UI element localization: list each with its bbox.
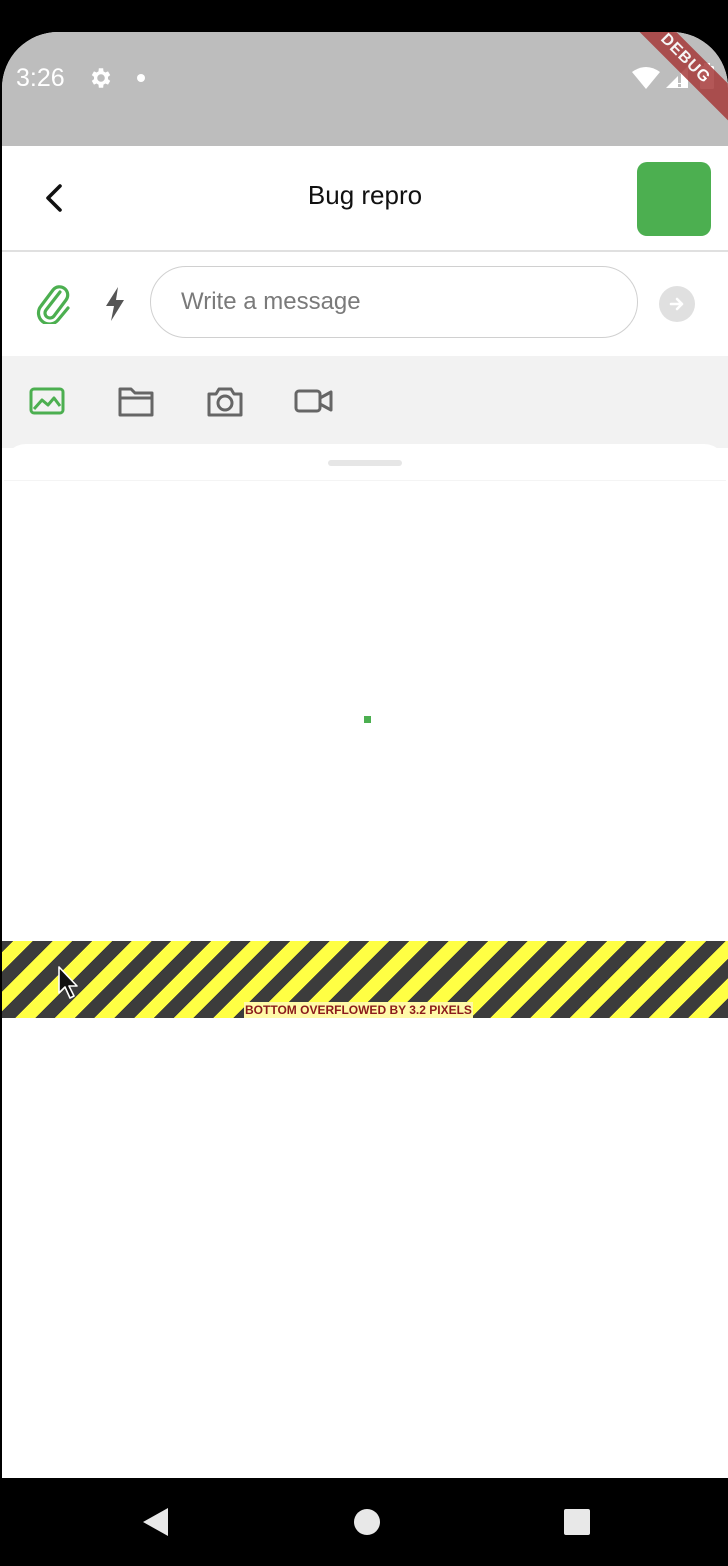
camera-icon[interactable] xyxy=(205,384,245,418)
drag-handle[interactable] xyxy=(328,460,402,466)
media-picker-tabs xyxy=(2,356,728,448)
image-icon[interactable] xyxy=(28,384,68,418)
settings-gear-icon xyxy=(91,68,111,88)
notification-dot-icon xyxy=(137,74,145,82)
wifi-icon xyxy=(632,67,660,89)
page-title: Bug repro xyxy=(307,180,423,210)
home-icon[interactable] xyxy=(352,1506,382,1538)
mouse-cursor-icon xyxy=(58,966,78,999)
screen: 3:26 DEBUG Bug repro Write a message BOT… xyxy=(2,32,728,1566)
recents-icon[interactable] xyxy=(562,1506,592,1538)
system-nav-bar xyxy=(2,1478,728,1566)
sheet-divider xyxy=(4,480,726,481)
video-icon[interactable] xyxy=(294,384,334,418)
paperclip-icon[interactable] xyxy=(36,284,72,324)
arrow-right-icon xyxy=(669,297,684,311)
phone-frame: 3:26 DEBUG Bug repro Write a message BOT… xyxy=(0,0,728,1566)
app-bar: Bug repro xyxy=(2,146,728,252)
avatar[interactable] xyxy=(637,162,711,236)
back-icon[interactable] xyxy=(140,1506,170,1538)
loading-indicator xyxy=(364,716,371,723)
message-input[interactable] xyxy=(150,266,638,338)
lightning-bolt-icon[interactable] xyxy=(102,286,128,322)
overflow-warning-label: BOTTOM OVERFLOWED BY 3.2 PIXELS xyxy=(244,1002,473,1018)
status-time: 3:26 xyxy=(16,64,65,92)
status-bar: 3:26 DEBUG xyxy=(2,32,728,146)
folder-icon[interactable] xyxy=(116,384,156,418)
message-composer xyxy=(2,252,728,356)
send-button[interactable] xyxy=(659,286,695,322)
